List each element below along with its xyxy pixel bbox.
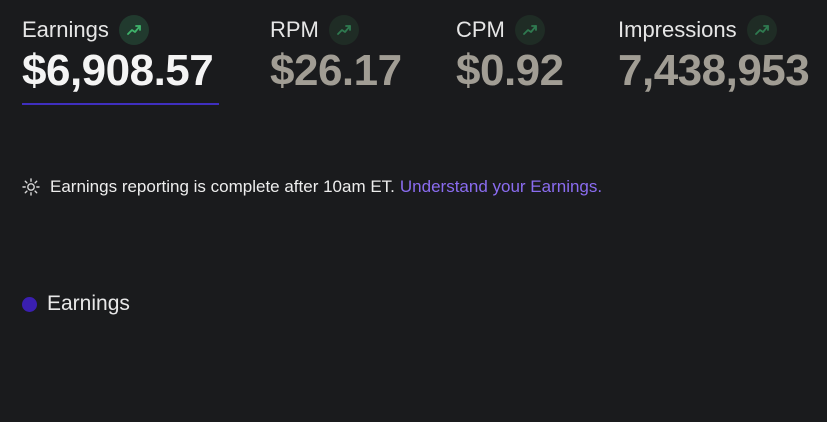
understand-earnings-link[interactable]: Understand your Earnings. xyxy=(400,174,602,200)
metric-tab-cpm[interactable]: CPM $0.92 xyxy=(456,14,606,106)
trending-up-icon xyxy=(328,15,359,45)
metric-label-rpm: RPM xyxy=(270,17,319,42)
legend-dot-earnings xyxy=(22,296,37,312)
metric-label-impressions: Impressions xyxy=(618,17,737,42)
metric-tab-rpm[interactable]: RPM $26.17 xyxy=(270,14,430,106)
metric-value-rpm: $26.17 xyxy=(270,46,402,95)
metric-header: CPM xyxy=(456,14,606,46)
metric-header: RPM xyxy=(270,14,430,46)
metric-value-earnings: $6,908.57 xyxy=(22,46,214,95)
trending-up-icon xyxy=(746,15,777,45)
metric-label-cpm: CPM xyxy=(456,17,505,42)
legend-label-earnings: Earnings xyxy=(47,292,130,315)
reporting-notice: Earnings reporting is complete after 10a… xyxy=(22,174,602,200)
metric-tabs: Earnings $6,908.57 RPM $26.17 CPM $0.92 … xyxy=(22,14,827,109)
metric-header: Earnings xyxy=(22,14,222,46)
metric-tab-impressions[interactable]: Impressions 7,438,953 xyxy=(618,14,827,106)
active-tab-underline xyxy=(22,103,219,105)
notice-text: Earnings reporting is complete after 10a… xyxy=(50,177,395,196)
metric-value-impressions: 7,438,953 xyxy=(618,46,810,95)
metric-value-cpm: $0.92 xyxy=(456,46,564,95)
earnings-dashboard: Earnings $6,908.57 RPM $26.17 CPM $0.92 … xyxy=(0,0,827,422)
chart-legend: Earnings xyxy=(22,290,130,318)
sun-icon xyxy=(22,178,40,196)
trending-up-icon xyxy=(118,15,149,45)
metric-header: Impressions xyxy=(618,14,827,46)
trending-up-icon xyxy=(514,15,545,45)
metric-label-earnings: Earnings xyxy=(22,17,109,42)
metric-tab-earnings[interactable]: Earnings $6,908.57 xyxy=(22,14,222,106)
